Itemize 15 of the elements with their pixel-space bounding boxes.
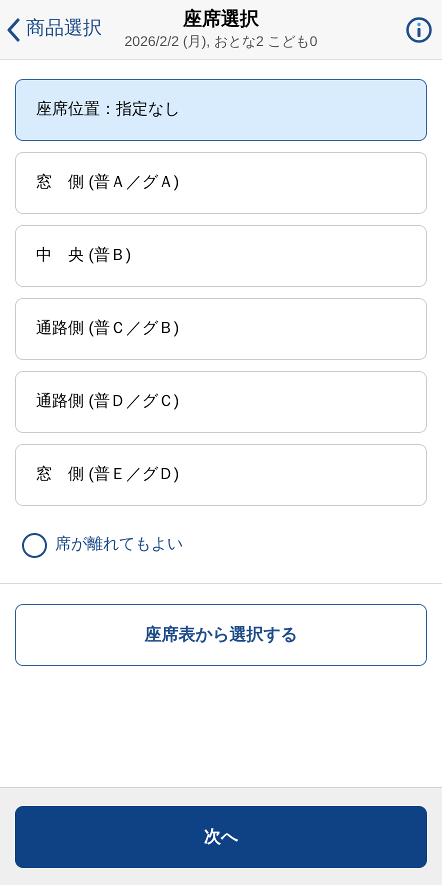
seat-option[interactable]: 座席位置：指定なし bbox=[15, 79, 427, 141]
separate-seats-checkbox[interactable]: 席が離れてもよい bbox=[22, 530, 183, 560]
back-chevron-icon bbox=[6, 18, 20, 42]
info-button[interactable] bbox=[406, 16, 432, 42]
screen-title: 座席選択 bbox=[183, 8, 259, 32]
seat-option[interactable]: 中 央 (普Ｂ) bbox=[15, 225, 427, 287]
seat-map-button[interactable]: 座席表から選択する bbox=[15, 604, 427, 666]
screen-subtitle: 2026/2/2 (月), おとな2 こども0 bbox=[124, 32, 318, 50]
next-button[interactable]: 次へ bbox=[15, 806, 427, 868]
seat-option[interactable]: 通路側 (普Ｄ／グＣ) bbox=[15, 371, 427, 433]
seat-option[interactable]: 通路側 (普Ｃ／グＢ) bbox=[15, 298, 427, 360]
info-icon bbox=[406, 16, 432, 42]
seat-option[interactable]: 窓 側 (普Ｅ／グＤ) bbox=[15, 444, 427, 506]
seat-option[interactable]: 窓 側 (普Ａ／グＡ) bbox=[15, 152, 427, 214]
back-button[interactable]: 商品選択 bbox=[6, 15, 102, 44]
